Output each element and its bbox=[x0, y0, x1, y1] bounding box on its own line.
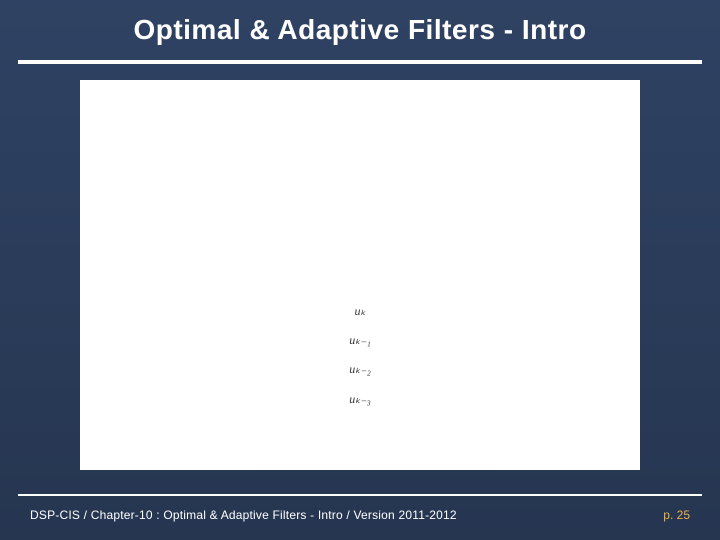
footer-sep-1: / bbox=[84, 508, 91, 522]
signal-u-k: uₖ bbox=[340, 305, 380, 318]
signal-u-k-2: uₖ₋₂ bbox=[340, 363, 380, 376]
slide-title: Optimal & Adaptive Filters - Intro bbox=[0, 14, 720, 46]
content-area: uₖ uₖ₋₁ uₖ₋₂ uₖ₋₃ bbox=[80, 80, 640, 470]
signal-u-k-3: uₖ₋₃ bbox=[340, 393, 380, 406]
page-number: p. 25 bbox=[663, 508, 690, 522]
footer-sep-2: / bbox=[346, 508, 353, 522]
title-underline bbox=[18, 60, 702, 64]
signal-u-k-1: uₖ₋₁ bbox=[340, 334, 380, 347]
footer-rule bbox=[18, 494, 702, 496]
footer-chapter: Chapter-10 : Optimal & Adaptive Filters … bbox=[91, 508, 343, 522]
footer-course: DSP-CIS bbox=[30, 508, 80, 522]
footer: DSP-CIS / Chapter-10 : Optimal & Adaptiv… bbox=[30, 508, 690, 522]
footer-version: Version 2011-2012 bbox=[354, 508, 457, 522]
footer-breadcrumb: DSP-CIS / Chapter-10 : Optimal & Adaptiv… bbox=[30, 508, 457, 522]
signal-labels-group: uₖ uₖ₋₁ uₖ₋₂ uₖ₋₃ bbox=[340, 305, 380, 422]
